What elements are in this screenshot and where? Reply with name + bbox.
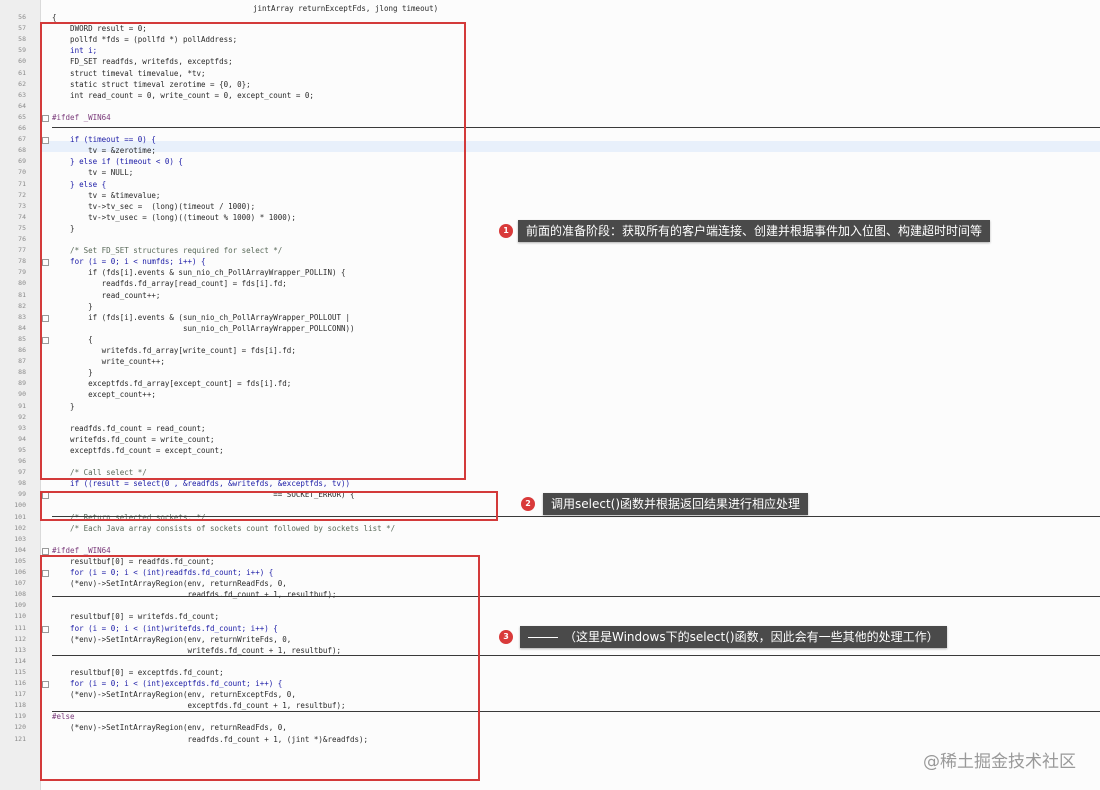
line-number: 61	[18, 69, 26, 77]
line-number: 62	[18, 80, 26, 88]
line-number: 65	[18, 113, 26, 121]
callout-dash	[528, 637, 558, 638]
line-number: 82	[18, 302, 26, 310]
annotation-callout-3: （这里是Windows下的select()函数，因此会有一些其他的处理工作）	[520, 626, 947, 648]
line-number: 113	[14, 646, 26, 654]
line-number: 70	[18, 168, 26, 176]
line-number: 92	[18, 413, 26, 421]
line-number: 107	[14, 579, 26, 587]
line-number: 98	[18, 479, 26, 487]
line-number: 74	[18, 213, 26, 221]
line-number: 94	[18, 435, 26, 443]
line-number: 97	[18, 468, 26, 476]
line-number: 71	[18, 180, 26, 188]
line-number: 93	[18, 424, 26, 432]
line-number: 118	[14, 701, 26, 709]
line-number: 75	[18, 224, 26, 232]
line-number: 111	[14, 624, 26, 632]
line-number: 73	[18, 202, 26, 210]
line-number: 112	[14, 635, 26, 643]
line-number: 83	[18, 313, 26, 321]
annotation-badge-2: 2	[521, 497, 535, 511]
line-number: 85	[18, 335, 26, 343]
annotation-callout-1: 前面的准备阶段：获取所有的客户端连接、创建并根据事件加入位图、构建超时时间等	[518, 220, 991, 242]
fold-toggle-icon[interactable]	[42, 548, 49, 555]
line-number: 100	[14, 501, 26, 509]
annotation-badge-3: 3	[499, 630, 513, 644]
watermark: @稀土掘金技术社区	[923, 752, 1076, 772]
line-number: 95	[18, 446, 26, 454]
highlight-box-windows	[40, 555, 480, 781]
line-number: 58	[18, 35, 26, 43]
line-number: 115	[14, 668, 26, 676]
line-number: 69	[18, 157, 26, 165]
line-number: 109	[14, 601, 26, 609]
line-number: 120	[14, 723, 26, 731]
line-number: 81	[18, 291, 26, 299]
line-number: 79	[18, 268, 26, 276]
line-number: 67	[18, 135, 26, 143]
line-number: 117	[14, 690, 26, 698]
annotation-text-3: （这里是Windows下的select()函数，因此会有一些其他的处理工作）	[564, 630, 939, 644]
annotation-badge-1: 1	[499, 224, 513, 238]
line-number: 102	[14, 524, 26, 532]
line-number: 78	[18, 257, 26, 265]
line-number: 59	[18, 46, 26, 54]
line-number: 121	[14, 735, 26, 743]
line-number: 56	[18, 13, 26, 21]
line-number: 84	[18, 324, 26, 332]
line-number: 90	[18, 390, 26, 398]
line-number: 76	[18, 235, 26, 243]
line-number: 116	[14, 679, 26, 687]
line-number: 64	[18, 102, 26, 110]
line-number: 105	[14, 557, 26, 565]
line-number: 99	[18, 490, 26, 498]
line-number: 96	[18, 457, 26, 465]
line-number: 63	[18, 91, 26, 99]
line-number: 114	[14, 657, 26, 665]
method-signature: jintArray returnExceptFds, jlong timeout…	[253, 4, 439, 13]
line-number: 88	[18, 368, 26, 376]
line-number: 106	[14, 568, 26, 576]
highlight-box-select	[40, 491, 498, 521]
line-number: 72	[18, 191, 26, 199]
line-number: 119	[14, 712, 26, 720]
line-number: 103	[14, 535, 26, 543]
line-number: 91	[18, 402, 26, 410]
annotation-callout-2: 调用select()函数并根据返回结果进行相应处理	[543, 493, 809, 515]
line-number: 77	[18, 246, 26, 254]
line-number: 60	[18, 57, 26, 65]
highlight-box-prep	[40, 22, 466, 480]
line-number: 57	[18, 24, 26, 32]
line-number: 89	[18, 379, 26, 387]
line-number: 110	[14, 612, 26, 620]
line-number: 108	[14, 590, 26, 598]
line-number: 86	[18, 346, 26, 354]
line-number: 101	[14, 513, 26, 521]
line-number: 104	[14, 546, 26, 554]
code-line[interactable]: /* Each Java array consists of sockets c…	[52, 523, 395, 534]
line-number: 66	[18, 124, 26, 132]
line-number: 87	[18, 357, 26, 365]
code-editor[interactable]: jintArray returnExceptFds, jlong timeout…	[0, 0, 1100, 790]
line-number: 80	[18, 279, 26, 287]
line-number: 68	[18, 146, 26, 154]
